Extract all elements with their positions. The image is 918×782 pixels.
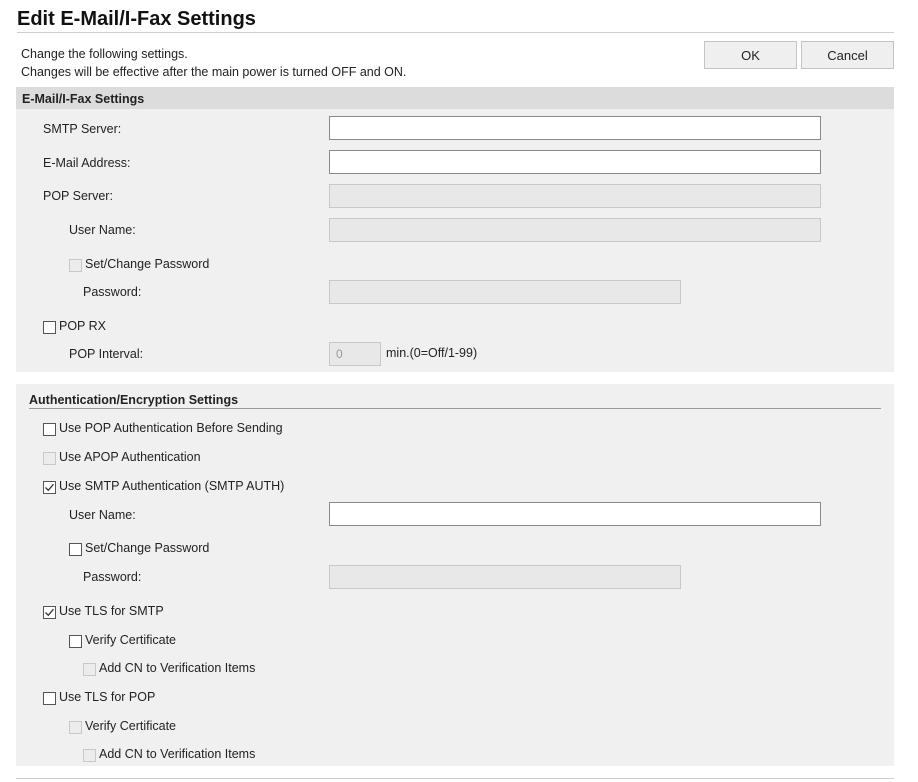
email-settings-title: E-Mail/I-Fax Settings xyxy=(22,92,145,106)
tls-pop-add-cn-checkbox[interactable] xyxy=(83,749,96,762)
apop-auth-checkbox[interactable] xyxy=(43,452,56,465)
apop-auth-label: Use APOP Authentication xyxy=(59,450,201,464)
email-settings-header xyxy=(16,87,894,109)
checkmark-icon xyxy=(45,608,54,617)
pop-interval-label: POP Interval: xyxy=(69,347,144,361)
pop-set-change-password-checkbox[interactable] xyxy=(69,259,82,272)
smtp-auth-label: Use SMTP Authentication (SMTP AUTH) xyxy=(59,479,285,493)
email-address-input[interactable] xyxy=(329,150,821,174)
smtp-server-label: SMTP Server: xyxy=(43,122,122,136)
tls-smtp-verify-certificate-label: Verify Certificate xyxy=(85,633,177,647)
pop-password-label: Password: xyxy=(83,285,142,299)
tls-smtp-add-cn-label: Add CN to Verification Items xyxy=(99,661,256,675)
pop-password-input[interactable] xyxy=(329,280,681,304)
pop-auth-before-sending-label: Use POP Authentication Before Sending xyxy=(59,421,283,435)
tls-smtp-checkbox[interactable] xyxy=(43,606,56,619)
pop-rx-label: POP RX xyxy=(59,319,107,333)
tls-smtp-add-cn-checkbox[interactable] xyxy=(83,663,96,676)
description-line-2: Changes will be effective after the main… xyxy=(21,65,407,79)
pop-interval-unit: min.(0=Off/1-99) xyxy=(386,346,478,360)
smtp-set-change-password-checkbox[interactable] xyxy=(69,543,82,556)
title-divider xyxy=(17,32,894,33)
smtp-user-name-input[interactable] xyxy=(329,502,821,526)
pop-user-name-label: User Name: xyxy=(69,223,136,237)
description-line-1: Change the following settings. xyxy=(21,47,188,61)
pop-user-name-input[interactable] xyxy=(329,218,821,242)
smtp-password-input[interactable] xyxy=(329,565,681,589)
page-title: Edit E-Mail/I-Fax Settings xyxy=(17,8,256,30)
tls-pop-verify-certificate-label: Verify Certificate xyxy=(85,719,177,733)
auth-settings-divider xyxy=(29,408,881,409)
smtp-password-label: Password: xyxy=(83,570,142,584)
cancel-button[interactable]: Cancel xyxy=(801,41,894,69)
tls-pop-checkbox[interactable] xyxy=(43,692,56,705)
pop-server-label: POP Server: xyxy=(43,189,113,203)
smtp-user-name-label: User Name: xyxy=(69,508,136,522)
checkmark-icon xyxy=(45,483,54,492)
smtp-auth-checkbox[interactable] xyxy=(43,481,56,494)
smtp-server-input[interactable] xyxy=(329,116,821,140)
pop-interval-input[interactable] xyxy=(329,342,381,366)
email-address-label: E-Mail Address: xyxy=(43,156,131,170)
ok-button[interactable]: OK xyxy=(704,41,797,69)
pop-server-input[interactable] xyxy=(329,184,821,208)
pop-rx-checkbox[interactable] xyxy=(43,321,56,334)
auth-settings-title: Authentication/Encryption Settings xyxy=(29,393,239,407)
tls-smtp-label: Use TLS for SMTP xyxy=(59,604,164,618)
tls-pop-verify-certificate-checkbox[interactable] xyxy=(69,721,82,734)
bottom-divider xyxy=(16,778,894,779)
pop-set-change-password-label: Set/Change Password xyxy=(85,257,210,271)
tls-smtp-verify-certificate-checkbox[interactable] xyxy=(69,635,82,648)
tls-pop-label: Use TLS for POP xyxy=(59,690,156,704)
smtp-set-change-password-label: Set/Change Password xyxy=(85,541,210,555)
tls-pop-add-cn-label: Add CN to Verification Items xyxy=(99,747,256,761)
pop-auth-before-sending-checkbox[interactable] xyxy=(43,423,56,436)
